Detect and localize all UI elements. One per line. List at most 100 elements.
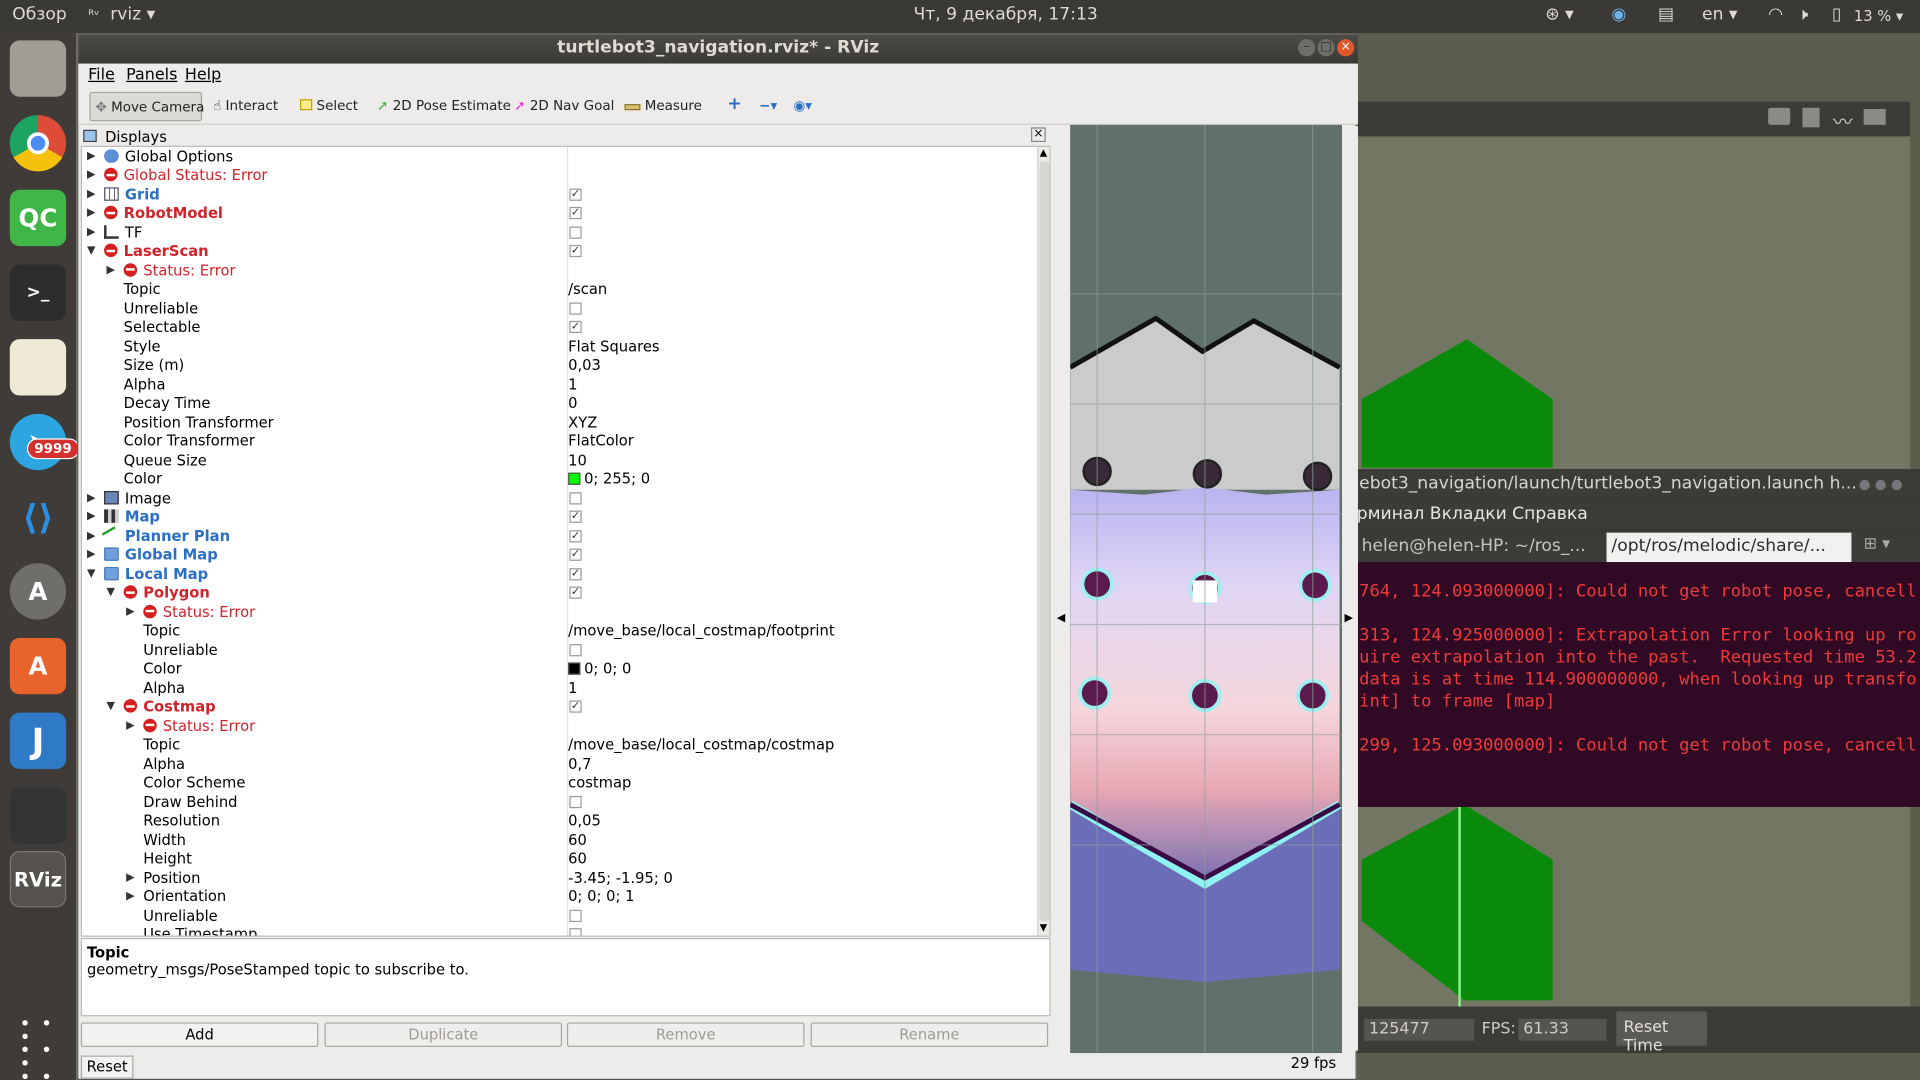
keyboard-icon[interactable]: ▤ (1658, 5, 1674, 25)
close-button[interactable]: × (1337, 39, 1355, 57)
collapsed-arrow-icon[interactable]: ▶ (126, 869, 134, 887)
tree-row[interactable]: ▶ Position -3.45; -1.95; 0 (82, 869, 1037, 888)
tree-row[interactable]: ▶ Orientation 0; 0; 0; 1 (82, 888, 1037, 907)
expanded-arrow-icon[interactable]: ▼ (107, 698, 115, 716)
row-value[interactable]: 60 (568, 831, 587, 849)
wifi-icon[interactable]: ◠ (1768, 5, 1783, 25)
sublime-icon[interactable] (9, 787, 67, 844)
enable-checkbox[interactable] (569, 510, 582, 523)
enable-checkbox[interactable] (569, 529, 582, 542)
chrome-icon[interactable] (9, 115, 67, 172)
overview-button[interactable]: Обзор (12, 5, 67, 25)
tree-row[interactable]: Width 60 (82, 831, 1037, 850)
row-value[interactable]: 1 (568, 679, 577, 697)
qt-creator-icon[interactable]: QC (9, 189, 67, 247)
menu-panels[interactable]: Panels (126, 66, 177, 84)
enable-checkbox[interactable] (569, 244, 582, 258)
collapsed-arrow-icon[interactable]: ▶ (107, 261, 115, 279)
tree-row[interactable]: ▶ RobotModel (82, 204, 1037, 223)
row-value[interactable]: Flat Squares (568, 337, 659, 355)
duplicate-button[interactable]: Duplicate (324, 1022, 563, 1047)
rename-button[interactable]: Rename (810, 1022, 1049, 1047)
enable-checkbox[interactable] (569, 909, 582, 922)
enable-checkbox[interactable] (569, 320, 582, 334)
tree-row[interactable]: ▶ Status: Error (82, 261, 1037, 280)
tree-row[interactable]: Use Timestamp (82, 926, 1037, 936)
tree-row[interactable]: Color 0; 255; 0 (82, 470, 1037, 489)
menu-file[interactable]: File (88, 66, 115, 84)
row-value[interactable]: 60 (568, 850, 587, 868)
enable-checkbox[interactable] (569, 795, 582, 808)
tree-row[interactable]: Color Scheme costmap (82, 774, 1037, 793)
collapsed-arrow-icon[interactable]: ▶ (87, 167, 95, 185)
move-camera-button[interactable]: ✥ Move Camera (89, 91, 204, 122)
terminal-tab-1[interactable]: helen@helen-HP: ~/ros_... (1356, 532, 1602, 563)
app-menu[interactable]: rviz ▾ (110, 5, 155, 25)
accessibility-icon[interactable]: ⊛ ▾ (1545, 5, 1573, 25)
collapse-left-icon[interactable]: ◀ (1057, 612, 1065, 624)
row-value[interactable]: 0,05 (568, 812, 601, 830)
terminal-menubar[interactable]: рминал Вкладки Справка (1356, 500, 1920, 531)
tree-row[interactable]: Topic/move_base/local_costmap/costmap (82, 736, 1037, 755)
add-tool-button[interactable]: + (722, 92, 746, 121)
enable-checkbox[interactable] (569, 700, 582, 713)
select-button[interactable]: Select (295, 92, 363, 121)
tree-row[interactable]: Size (m) 0,03 (82, 356, 1037, 375)
enable-checkbox[interactable] (569, 928, 582, 936)
tree-row[interactable]: Selectable (82, 318, 1037, 337)
measure-button[interactable]: Measure (620, 92, 707, 121)
collapsed-arrow-icon[interactable]: ▶ (87, 148, 95, 166)
row-value[interactable]: -3.45; -1.95; 0 (568, 869, 673, 887)
tree-row[interactable]: Draw Behind (82, 793, 1037, 812)
collapsed-arrow-icon[interactable]: ▶ (126, 888, 134, 906)
row-value[interactable]: 0; 255; 0 (568, 470, 650, 488)
row-value[interactable]: 10 (568, 451, 587, 469)
files-icon[interactable] (9, 40, 67, 97)
expanded-arrow-icon[interactable]: ▼ (87, 565, 95, 583)
enable-checkbox[interactable] (569, 491, 582, 504)
collapsed-arrow-icon[interactable]: ▶ (87, 223, 95, 241)
battery-level[interactable]: 13 % ▾ (1854, 7, 1903, 24)
graph-icon[interactable]: 〰 (1833, 105, 1853, 134)
menu-help[interactable]: Help (185, 66, 221, 84)
camera-type-button[interactable]: ◉▾ (789, 92, 817, 121)
collapsed-arrow-icon[interactable]: ▶ (87, 546, 95, 564)
tree-row[interactable]: ▶ Status: Error (82, 717, 1037, 736)
battery-icon[interactable]: ▯ (1832, 5, 1841, 25)
camera-icon[interactable] (1768, 107, 1791, 125)
tree-row[interactable]: Position Transformer XYZ (82, 413, 1037, 432)
clock[interactable]: Чт, 9 декабря, 17:13 (913, 5, 1097, 25)
scroll-down-arrow[interactable]: ▼ (1040, 922, 1048, 933)
row-value[interactable]: 1 (568, 375, 577, 393)
volume-icon[interactable]: 🕨 (1798, 5, 1809, 25)
screenshot-icon[interactable] (1802, 107, 1820, 128)
enable-checkbox[interactable] (569, 567, 582, 580)
enable-checkbox[interactable] (569, 301, 582, 315)
vertical-scrollbar[interactable]: ▲ ▼ (1037, 146, 1050, 936)
nav-goal-button[interactable]: ➚ 2D Nav Goal (509, 92, 619, 121)
row-value[interactable]: FlatColor (568, 432, 634, 450)
panel-splitter[interactable]: ◀ (1053, 126, 1071, 1051)
row-value[interactable]: 0; 0; 0; 1 (568, 888, 634, 906)
tree-row[interactable]: ▶ Planner Plan (82, 525, 1037, 546)
interact-button[interactable]: ☝ Interact (208, 92, 283, 121)
tree-row[interactable]: Alpha 1 (82, 679, 1037, 698)
tree-row[interactable]: Style Flat Squares (82, 337, 1037, 356)
video-icon[interactable] (1863, 108, 1886, 125)
tree-row[interactable]: ▶ Status: Error (82, 603, 1037, 622)
collapsed-arrow-icon[interactable]: ▶ (87, 489, 95, 507)
tree-row[interactable]: ▶ TF (82, 223, 1037, 242)
fps-field[interactable]: 61.33 (1518, 1018, 1607, 1041)
tree-row[interactable]: ▼ Costmap (82, 698, 1037, 717)
rviz-icon[interactable]: RViz (9, 851, 67, 908)
reset-time-button[interactable]: Reset Time (1616, 1011, 1707, 1056)
time-field[interactable]: 125477 (1364, 1018, 1475, 1041)
enable-checkbox[interactable] (569, 548, 582, 561)
terminal-window[interactable]: ebot3_navigation/launch/turtlebot3_navig… (1356, 468, 1920, 807)
vscode-icon[interactable]: ⟨⟩ (9, 488, 67, 545)
tree-row[interactable]: Queue Size 10 (82, 451, 1037, 470)
row-value[interactable]: /scan (568, 280, 607, 298)
tree-row[interactable]: ▶ Grid (82, 186, 1037, 205)
tree-row[interactable]: ▶ Map (82, 508, 1037, 527)
tree-row[interactable]: ▶ Global Map (82, 546, 1037, 565)
